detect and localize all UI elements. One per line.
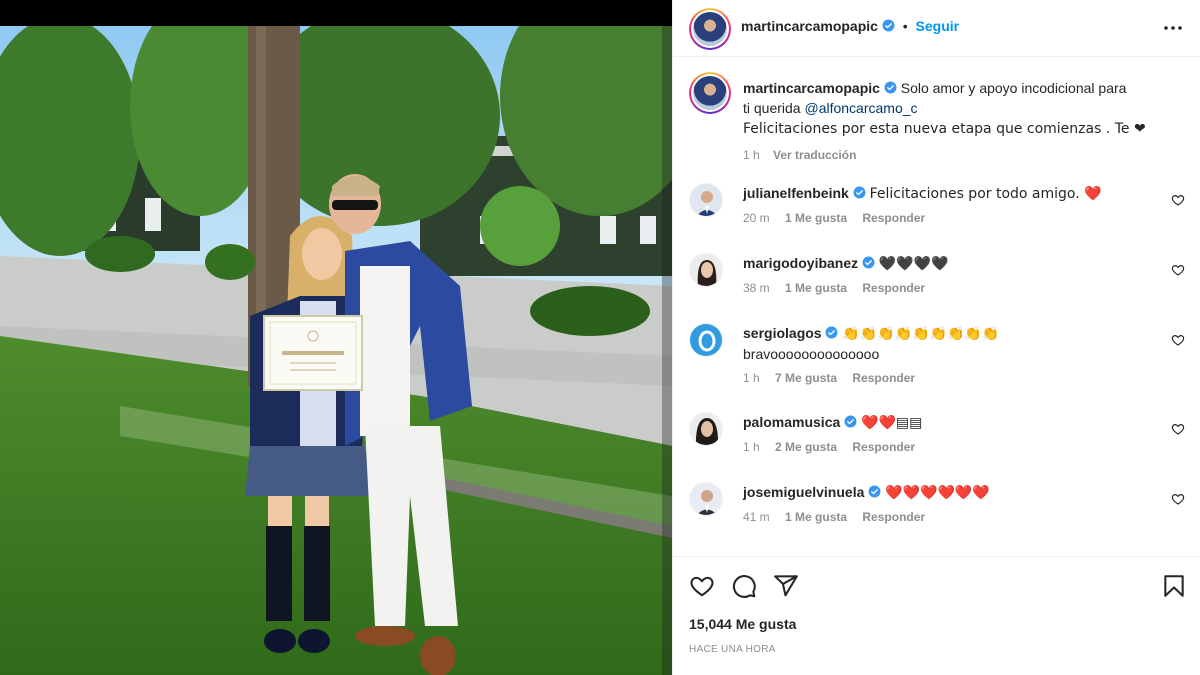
comment-like-heart-icon[interactable] [1171, 422, 1185, 436]
post-sidebar: martincarcamopapic • Seguir martincarcam… [672, 0, 1200, 675]
comment-item: sergiolagos 👏👏👏👏👏👏👏👏👏 bravoooooooooooooo… [689, 323, 1185, 393]
comment-avatar[interactable] [689, 253, 723, 287]
comment-body: julianelfenbeink Felicitaciones por todo… [743, 183, 1153, 204]
comment-like-heart-icon[interactable] [1171, 263, 1185, 277]
comment-likes[interactable]: 2 Me gusta [775, 440, 837, 454]
comment-text: ❤️❤️▤▤ [861, 415, 923, 431]
post-photo[interactable] [0, 26, 672, 675]
comment-like-heart-icon[interactable] [1171, 193, 1185, 207]
caption-text: martincarcamopapic Solo amor y apoyo inc… [743, 78, 1183, 165]
diploma [263, 315, 363, 391]
likes-count[interactable]: 15,044 Me gusta [689, 616, 796, 632]
comment-time[interactable]: 1 h [743, 371, 760, 385]
caption-meta: 1 h Ver traducción [743, 145, 1183, 165]
verified-icon [853, 186, 866, 199]
comment-body: josemiguelvinuela ❤️❤️❤️❤️❤️❤️ [743, 482, 1153, 503]
comment-item: marigodoyibanez 🖤🖤🖤🖤 38 m 1 Me gusta Res… [689, 253, 1185, 303]
comment-avatar[interactable] [689, 323, 723, 357]
comment-item: julianelfenbeink Felicitaciones por todo… [689, 183, 1185, 233]
post-actions: 15,044 Me gusta HACE UNA HORA [673, 556, 1200, 675]
comment-avatar[interactable] [689, 412, 723, 446]
comment-time[interactable]: 41 m [743, 510, 770, 524]
share-icon[interactable] [773, 573, 799, 599]
comment-text: 🖤🖤🖤🖤 [878, 256, 949, 272]
reply-button[interactable]: Responder [862, 211, 925, 225]
see-translation-link[interactable]: Ver traducción [773, 148, 856, 162]
comment-likes[interactable]: 1 Me gusta [785, 281, 847, 295]
verified-icon [826, 326, 838, 339]
comment-meta: 20 m 1 Me gusta Responder [743, 211, 937, 225]
comment-time[interactable]: 20 m [743, 211, 770, 225]
reply-button[interactable]: Responder [852, 371, 915, 385]
comment-avatar[interactable] [689, 183, 723, 217]
bookmark-icon[interactable] [1161, 573, 1187, 599]
more-options-button[interactable] [1161, 16, 1185, 40]
more-icon [1164, 26, 1182, 30]
caption-line-1: Solo amor y apoyo incodicional para [900, 80, 1127, 96]
follow-button[interactable]: Seguir [916, 18, 960, 34]
comment-time[interactable]: 38 m [743, 281, 770, 295]
comment-meta: 41 m 1 Me gusta Responder [743, 510, 937, 524]
verified-icon [844, 415, 857, 428]
comment-item: josemiguelvinuela ❤️❤️❤️❤️❤️❤️ 41 m 1 Me… [689, 482, 1185, 532]
header-username[interactable]: martincarcamopapic [741, 18, 878, 34]
comment-body: marigodoyibanez 🖤🖤🖤🖤 [743, 253, 1153, 274]
caption-time[interactable]: 1 h [743, 148, 760, 162]
comment-username[interactable]: sergiolagos [743, 325, 822, 341]
verified-icon [882, 19, 895, 32]
header-separator: • [902, 18, 908, 34]
comment-likes[interactable]: 1 Me gusta [785, 211, 847, 225]
caption-username[interactable]: martincarcamopapic [743, 80, 880, 96]
comment-item: palomamusica ❤️❤️▤▤ 1 h 2 Me gusta Respo… [689, 412, 1185, 462]
header-author-line: martincarcamopapic • Seguir [741, 18, 959, 34]
comment-username[interactable]: marigodoyibanez [743, 255, 858, 271]
caption-mention-link[interactable]: @alfoncarcamo_c [804, 100, 917, 116]
comment-meta: 1 h 7 Me gusta Responder [743, 371, 927, 385]
comment-username[interactable]: julianelfenbeink [743, 185, 849, 201]
comment-text: Felicitaciones por todo amigo. ❤️ [869, 186, 1102, 202]
post-header: martincarcamopapic • Seguir [673, 0, 1200, 57]
comment-meta: 1 h 2 Me gusta Responder [743, 440, 927, 454]
reply-button[interactable]: Responder [862, 510, 925, 524]
verified-icon [868, 485, 881, 498]
comment-text-line-2: bravoooooooooooooo [743, 346, 880, 362]
comment-username[interactable]: palomamusica [743, 414, 840, 430]
reply-button[interactable]: Responder [852, 440, 915, 454]
comment-icon[interactable] [731, 573, 757, 599]
caption-line-3: Felicitaciones por esta nueva etapa que … [743, 121, 1146, 137]
verified-icon [884, 81, 897, 94]
comment-like-heart-icon[interactable] [1171, 492, 1185, 506]
comment-likes[interactable]: 7 Me gusta [775, 371, 837, 385]
comment-avatar[interactable] [689, 482, 723, 516]
caption-line-2: ti querida [743, 100, 801, 116]
comment-like-heart-icon[interactable] [1171, 333, 1185, 347]
caption-author-avatar[interactable] [689, 72, 731, 114]
post-timestamp[interactable]: HACE UNA HORA [689, 644, 776, 655]
comment-username[interactable]: josemiguelvinuela [743, 484, 864, 500]
verified-icon [862, 256, 875, 269]
comment-body: sergiolagos 👏👏👏👏👏👏👏👏👏 bravoooooooooooooo [743, 323, 1153, 364]
heart-icon[interactable] [689, 573, 715, 599]
post-photo-pane [0, 0, 672, 675]
comment-meta: 38 m 1 Me gusta Responder [743, 281, 937, 295]
author-avatar[interactable] [689, 8, 731, 50]
photo-illustration [0, 26, 672, 675]
comment-text: 👏👏👏👏👏👏👏👏👏 [842, 326, 1000, 342]
comment-likes[interactable]: 1 Me gusta [785, 510, 847, 524]
comment-time[interactable]: 1 h [743, 440, 760, 454]
comment-body: palomamusica ❤️❤️▤▤ [743, 412, 1153, 433]
reply-button[interactable]: Responder [862, 281, 925, 295]
comment-text: ❤️❤️❤️❤️❤️❤️ [885, 485, 990, 501]
